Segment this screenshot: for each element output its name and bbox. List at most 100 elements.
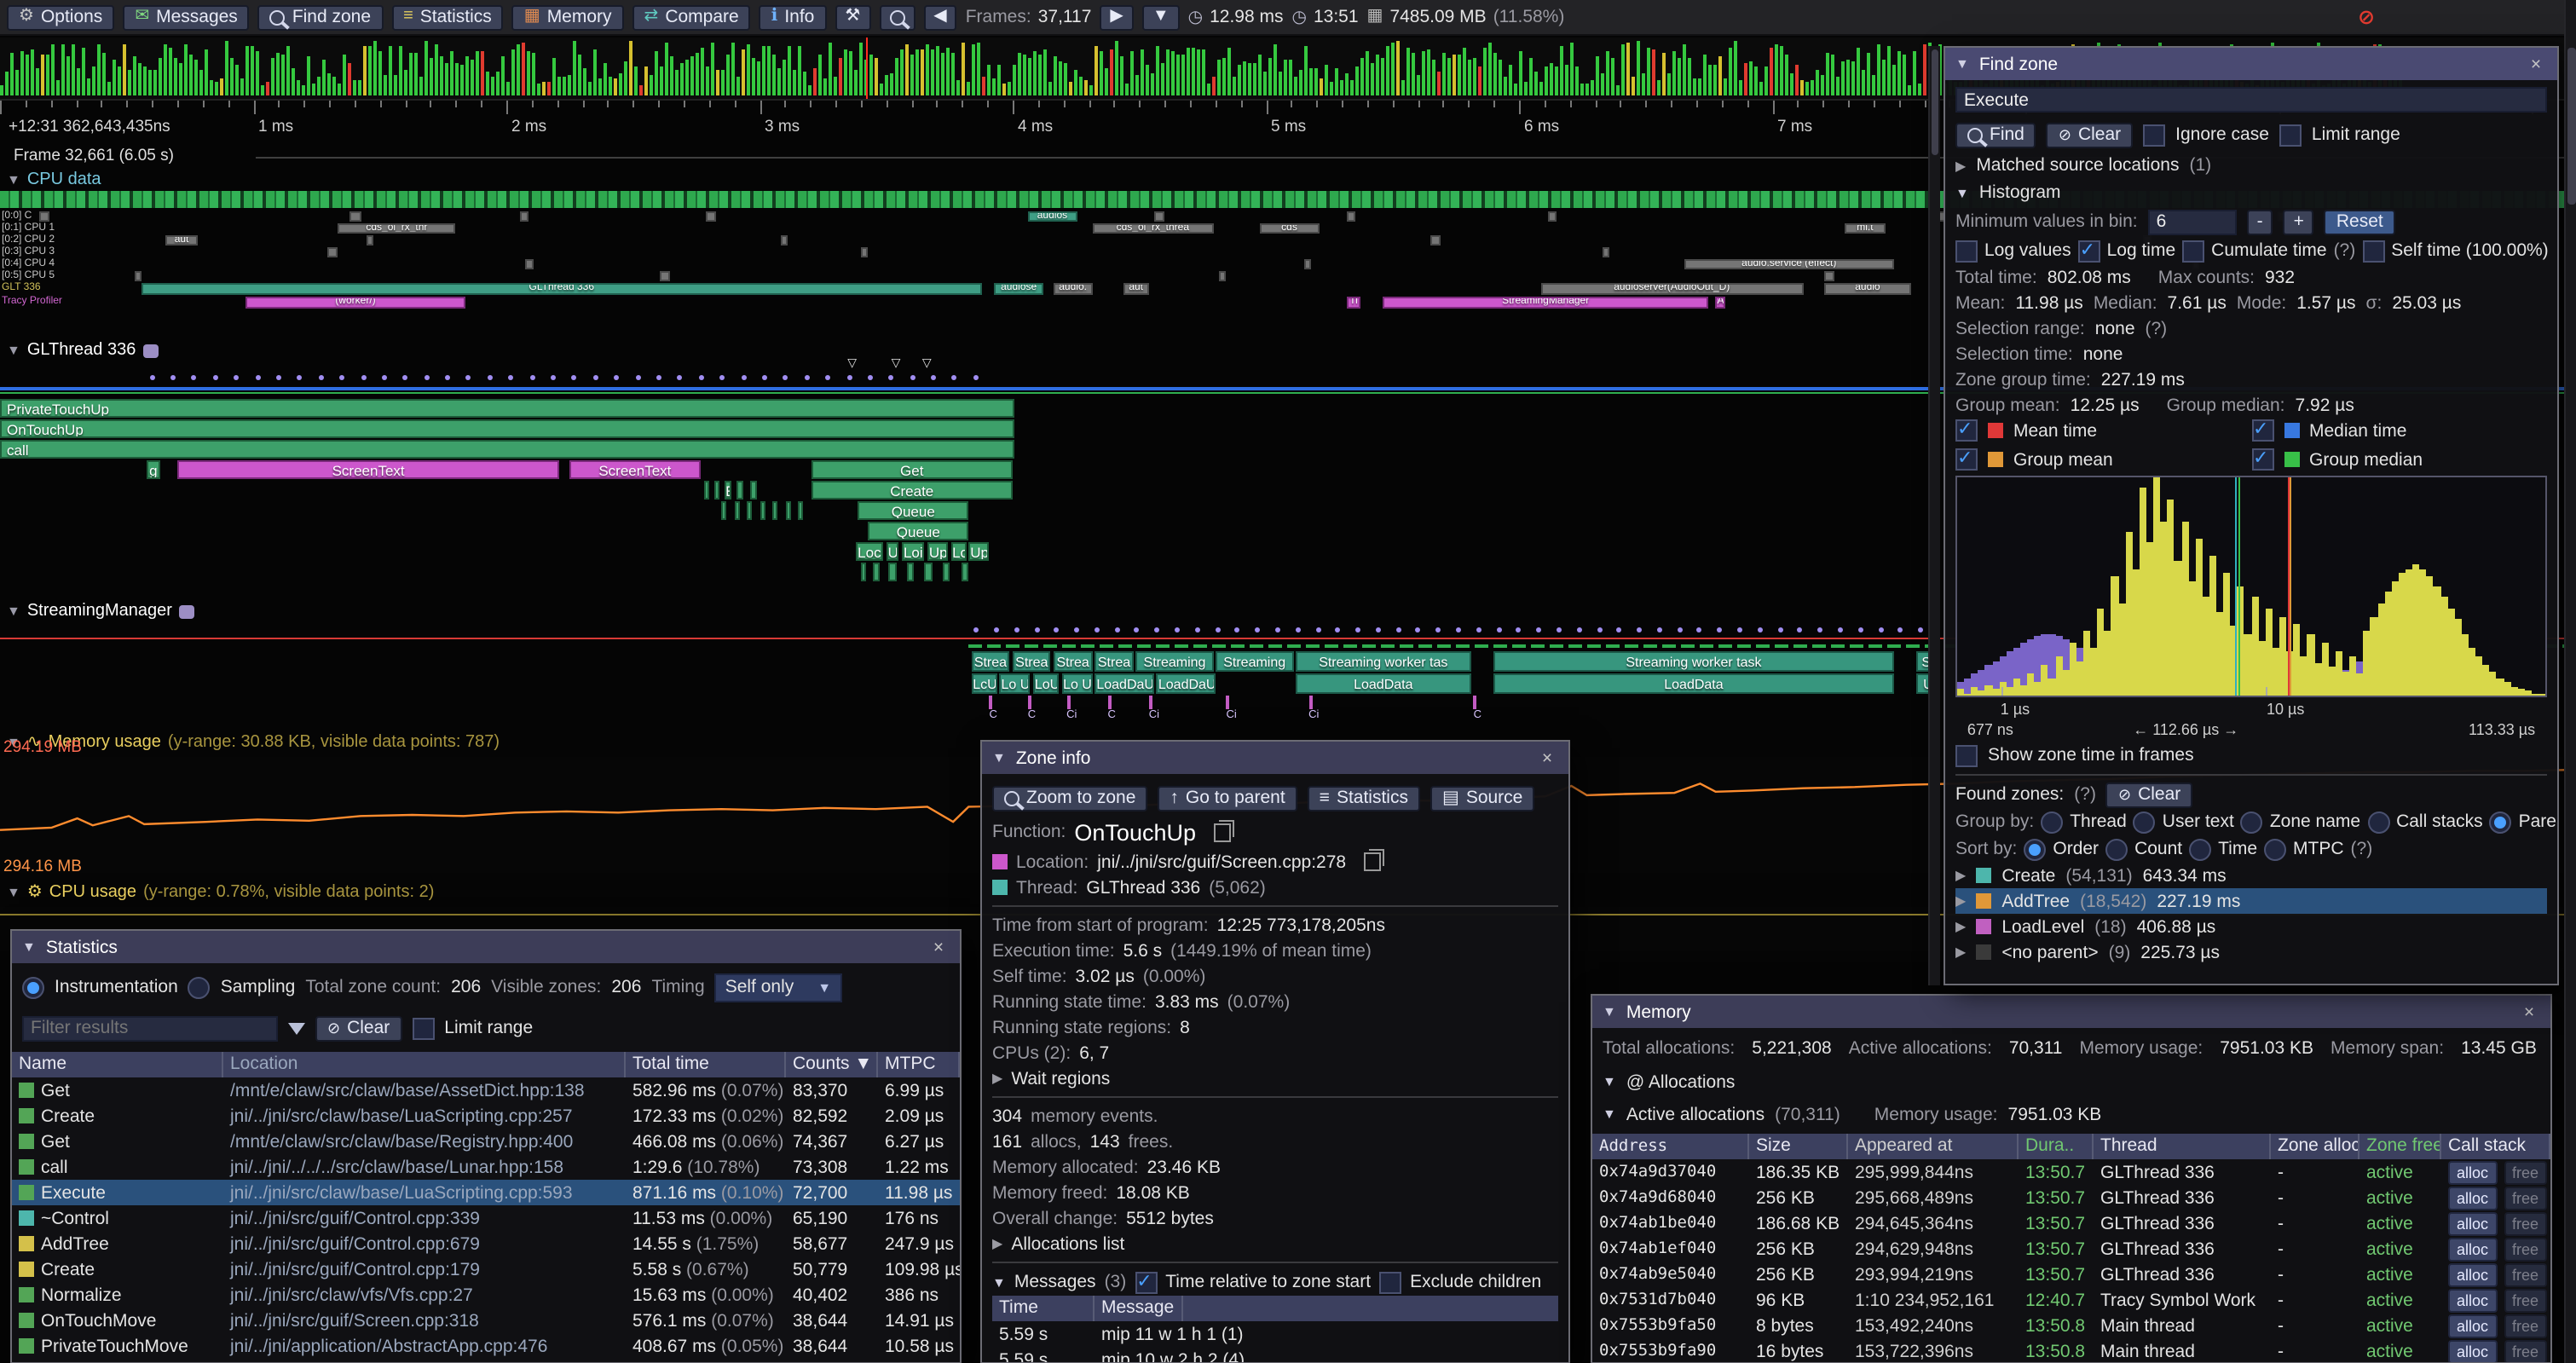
message-dot[interactable] (593, 375, 598, 380)
clear-results-button[interactable]: ⊘Clear (2047, 122, 2133, 147)
cpu-zone[interactable]: (worker/) (245, 297, 466, 309)
zone[interactable] (734, 501, 739, 520)
message-dot[interactable] (149, 375, 154, 380)
column-header-call-stack[interactable]: Call stack (2441, 1134, 2550, 1159)
find-zone-titlebar[interactable]: ▼ Find zone × (1945, 48, 2557, 80)
free-callstack-button[interactable]: free (2504, 1237, 2547, 1261)
zone[interactable]: Streaming worker task (1494, 651, 1893, 672)
find-button[interactable]: Find (1955, 122, 2036, 147)
help-icon[interactable]: (?) (2351, 839, 2373, 859)
message-dot[interactable] (255, 375, 260, 380)
message-dot[interactable] (382, 375, 387, 380)
search-button[interactable]: Find zone (258, 4, 383, 30)
cpu-zone[interactable]: audio. (1054, 283, 1092, 295)
messages-table-header[interactable]: TimeMessage (992, 1296, 1558, 1321)
statistics-titlebar[interactable]: ▼ Statistics × (12, 931, 960, 963)
message-dot[interactable] (509, 375, 514, 380)
zone[interactable]: Get (811, 460, 1013, 479)
cpu-zone[interactable] (327, 247, 338, 257)
message-dot[interactable] (868, 375, 873, 380)
message-dot[interactable] (297, 375, 303, 380)
close-icon[interactable]: × (2525, 54, 2547, 74)
ignore-case-checkbox[interactable] (2143, 124, 2165, 146)
zone[interactable] (943, 563, 950, 581)
memory-titlebar[interactable]: ▼ Memory × (1592, 996, 2550, 1028)
legend-checkbox[interactable] (1955, 419, 1978, 442)
zone[interactable]: Strea (971, 651, 1009, 672)
cpu-zone[interactable]: audios (1028, 211, 1077, 222)
message-dot[interactable] (741, 375, 746, 380)
disconnect-icon[interactable]: ⊘ (2358, 5, 2375, 29)
zone[interactable] (925, 563, 933, 581)
zone[interactable] (713, 481, 720, 500)
message-dot[interactable] (1597, 627, 1602, 632)
group-by-radio-zone-name[interactable] (2241, 811, 2263, 833)
cpu-zone[interactable] (134, 271, 142, 281)
message-dot[interactable] (783, 375, 788, 380)
message-dot[interactable] (1215, 627, 1220, 632)
expand-icon[interactable]: ▶ (1955, 868, 1966, 883)
zone[interactable]: LcU (971, 673, 996, 694)
cpu-data-header[interactable]: ▼ CPU data (7, 170, 101, 189)
cpu-zone[interactable]: StreamingManager (1383, 297, 1708, 309)
zone[interactable] (736, 481, 743, 500)
column-header-zone-free[interactable]: Zone free (2359, 1134, 2441, 1159)
message-dot[interactable] (1777, 627, 1782, 632)
group-by-radio-call-stacks[interactable] (2367, 811, 2389, 833)
next-frame-button[interactable]: ▶ (1100, 4, 1133, 30)
table-row[interactable]: Createjni/../jni/src/claw/base/LuaScript… (12, 1103, 960, 1129)
cpu-zone[interactable]: aut (1123, 283, 1149, 295)
message-dot[interactable] (234, 375, 239, 380)
thread-value[interactable]: GLThread 336 (1086, 877, 1200, 898)
messages-header[interactable]: Messages (1014, 1272, 1096, 1292)
zone[interactable]: Loi (902, 542, 925, 561)
thread-note-icon[interactable] (142, 344, 158, 357)
zone[interactable]: Up (927, 542, 948, 561)
close-icon[interactable]: × (2518, 1002, 2540, 1022)
allocation-row[interactable]: 0x74ab1be040186.68 KB294,645,364ns13:50.… (1592, 1210, 2550, 1236)
zone[interactable]: Queue (868, 522, 968, 540)
sort-by-radio-time[interactable] (2189, 838, 2211, 860)
message-dot[interactable] (889, 375, 894, 380)
streaming-tick[interactable] (1028, 696, 1031, 709)
zone[interactable] (786, 501, 791, 520)
exclude-children-checkbox[interactable] (1379, 1271, 1401, 1293)
allocations-section[interactable]: ▼ @ Allocations (1592, 1069, 2550, 1101)
limit-range-checkbox[interactable] (412, 1017, 434, 1039)
message-dot[interactable] (170, 375, 176, 380)
legend-checkbox[interactable] (1955, 448, 1978, 471)
alloc-callstack-button[interactable]: alloc (2448, 1211, 2497, 1235)
expand-icon[interactable]: ▶ (1955, 944, 1966, 960)
zone[interactable]: PrivateTouchUp (0, 399, 1015, 418)
page-scrollbar[interactable] (2564, 0, 2576, 1363)
reset-button[interactable]: Reset (2325, 209, 2395, 234)
column-header-address[interactable]: Address (1592, 1134, 1749, 1159)
column-header-thread[interactable]: Thread (2094, 1134, 2271, 1159)
column-header-appeared-at[interactable]: Appeared at (1848, 1134, 2019, 1159)
message-dot[interactable] (656, 375, 661, 380)
message-dot[interactable] (973, 375, 979, 380)
messages-button[interactable]: ✉Messages (123, 4, 250, 30)
cpu-zone[interactable] (1430, 235, 1440, 245)
cumulate-time-checkbox[interactable] (2182, 240, 2204, 262)
cpu-zone[interactable] (350, 211, 361, 222)
group-by-radio-parent[interactable] (2490, 811, 2512, 833)
zone[interactable]: LoadDaU (1157, 673, 1216, 694)
zone[interactable]: Lo U (1000, 673, 1031, 694)
gear-button[interactable]: ⚙Options (7, 4, 114, 30)
message-dot[interactable] (614, 375, 619, 380)
location-value[interactable]: jni/../jni/src/guif/Screen.cpp:278 (1097, 852, 1346, 872)
message-dot[interactable] (1154, 627, 1159, 632)
sort-by-radio-mtpc[interactable] (2264, 838, 2286, 860)
cpu-zone[interactable] (1603, 247, 1610, 257)
message-dot[interactable] (1034, 627, 1039, 632)
scrollbar-thumb[interactable] (1932, 49, 1938, 155)
message-dot[interactable] (931, 375, 936, 380)
relative-time-checkbox[interactable] (1135, 1271, 1157, 1293)
message-dot[interactable] (529, 375, 534, 380)
message-dot[interactable] (1435, 627, 1441, 632)
message-dot[interactable] (1677, 627, 1682, 632)
filter-input[interactable] (22, 1015, 278, 1041)
allocation-row[interactable]: 0x7553b9fa508 bytes153,492,240ns13:50.8M… (1592, 1313, 2550, 1338)
cpu-zone[interactable] (1824, 271, 1834, 281)
